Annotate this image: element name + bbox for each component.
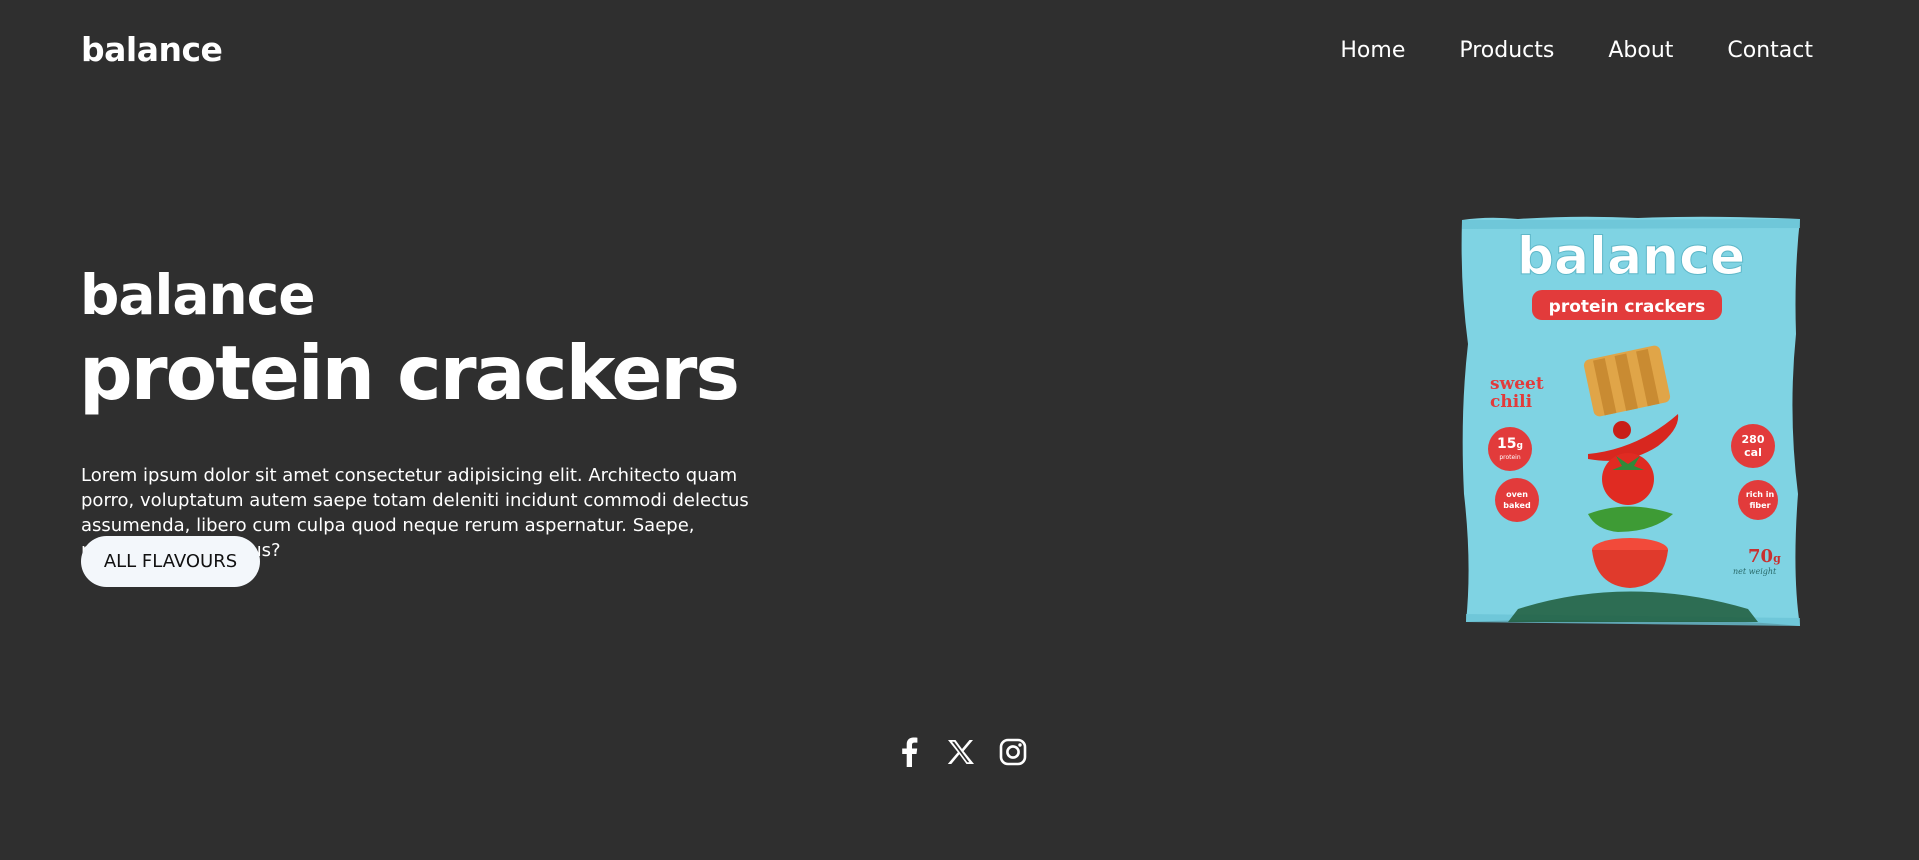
product-bag-image: balance protein crackers sweetchili 15g bbox=[1461, 216, 1800, 626]
svg-text:fiber: fiber bbox=[1749, 501, 1770, 510]
svg-text:protein: protein bbox=[1499, 454, 1521, 461]
hero-subtitle: balance bbox=[80, 263, 316, 327]
instagram-icon[interactable] bbox=[997, 736, 1029, 768]
nav-about[interactable]: About bbox=[1608, 38, 1673, 63]
main-nav: Home Products About Contact bbox=[1340, 38, 1813, 63]
badge-calories: 280 cal bbox=[1731, 424, 1775, 468]
nav-home[interactable]: Home bbox=[1340, 38, 1405, 63]
bag-label-text: protein crackers bbox=[1549, 297, 1706, 317]
bag-brand-text: balance bbox=[1517, 227, 1745, 287]
social-links bbox=[893, 736, 1029, 768]
nav-products[interactable]: Products bbox=[1459, 38, 1554, 63]
badge-protein: 15g protein bbox=[1488, 427, 1532, 471]
all-flavours-button[interactable]: ALL FLAVOURS bbox=[81, 536, 260, 587]
svg-text:net weight: net weight bbox=[1733, 567, 1777, 576]
svg-text:rich in: rich in bbox=[1746, 490, 1775, 499]
svg-text:oven: oven bbox=[1506, 490, 1528, 499]
hero-title: protein crackers bbox=[79, 329, 740, 417]
svg-text:cal: cal bbox=[1744, 446, 1762, 459]
page: balance Home Products About Contact bala… bbox=[0, 0, 1919, 860]
tomato-illustration bbox=[1602, 453, 1654, 505]
badge-fiber: rich in fiber bbox=[1738, 480, 1778, 520]
nav-contact[interactable]: Contact bbox=[1727, 38, 1813, 63]
badge-oven-baked: oven baked bbox=[1495, 478, 1539, 522]
svg-text:baked: baked bbox=[1503, 501, 1531, 510]
logo[interactable]: balance bbox=[81, 30, 223, 69]
x-icon[interactable] bbox=[945, 736, 977, 768]
facebook-icon[interactable] bbox=[893, 736, 925, 768]
svg-text:280: 280 bbox=[1742, 433, 1765, 446]
